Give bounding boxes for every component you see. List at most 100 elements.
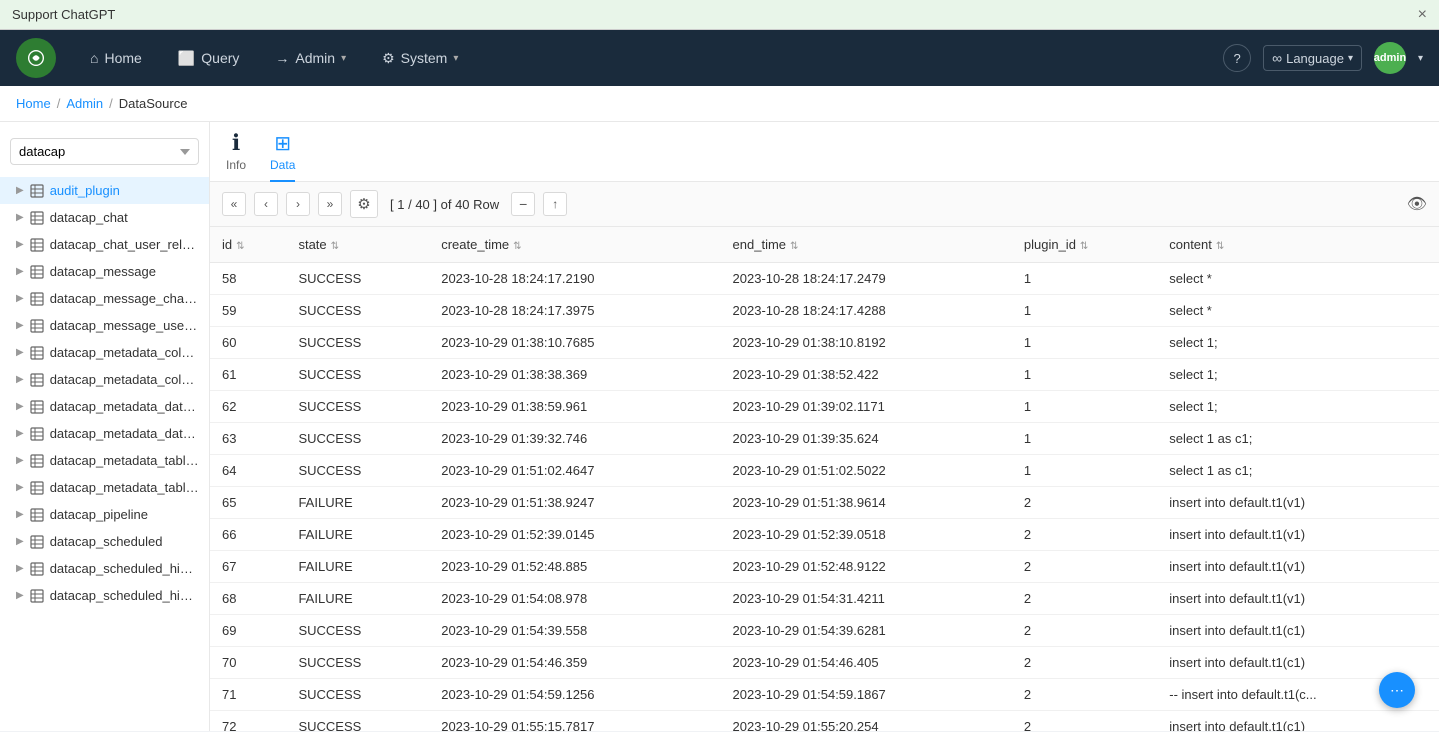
first-page-button[interactable]: « [222, 192, 246, 216]
sidebar-item[interactable]: ▶ datacap_chat_user_relati... [0, 231, 209, 258]
cell-id: 72 [210, 711, 286, 732]
tab-info[interactable]: ℹ Info [226, 130, 246, 182]
sidebar-item[interactable]: ▶ datacap_message [0, 258, 209, 285]
sidebar-item-label: datacap_chat [50, 210, 128, 225]
datasource-selector[interactable]: datacap [10, 138, 199, 165]
eye-button[interactable]: 👁 [1407, 194, 1427, 214]
cell-id: 60 [210, 327, 286, 359]
nav-admin[interactable]: → Admin ▾ [261, 42, 360, 74]
cell-end_time: 2023-10-29 01:38:10.8192 [721, 327, 1012, 359]
table-icon [30, 562, 44, 576]
sidebar-chevron-icon: ▶ [16, 401, 24, 412]
cell-content: insert into default.t1(v1) [1157, 583, 1439, 615]
cell-state: FAILURE [286, 487, 429, 519]
table-icon [30, 346, 44, 360]
sidebar-chevron-icon: ▶ [16, 482, 24, 493]
sidebar-item[interactable]: ▶ datacap_pipeline [0, 501, 209, 528]
cell-end_time: 2023-10-29 01:51:02.5022 [721, 455, 1012, 487]
cell-content: select * [1157, 263, 1439, 295]
sort-icon-content: ⇅ [1216, 241, 1224, 252]
sidebar-item-label: datacap_metadata_datab... [50, 426, 199, 441]
table-icon [30, 535, 44, 549]
language-selector[interactable]: ∞ Language ▾ [1263, 45, 1362, 71]
table-row: 72SUCCESS2023-10-29 01:55:15.78172023-10… [210, 711, 1439, 732]
app-logo [16, 38, 56, 78]
sidebar-item[interactable]: ▶ datacap_message_chat_... [0, 285, 209, 312]
next-page-button[interactable]: › [286, 192, 310, 216]
cell-end_time: 2023-10-29 01:54:39.6281 [721, 615, 1012, 647]
sidebar-item[interactable]: ▶ datacap_scheduled_histo... [0, 555, 209, 582]
col-header-create_time[interactable]: create_time⇅ [429, 227, 720, 263]
table-row: 59SUCCESS2023-10-28 18:24:17.39752023-10… [210, 295, 1439, 327]
cell-id: 62 [210, 391, 286, 423]
cell-create_time: 2023-10-29 01:52:39.0145 [429, 519, 720, 551]
sort-icon-create_time: ⇅ [513, 241, 521, 252]
tab-data[interactable]: ⊞ Data [270, 131, 295, 182]
avatar-label: admin [1374, 52, 1406, 64]
sidebar-item[interactable]: ▶ datacap_metadata_datab... [0, 393, 209, 420]
data-table: id⇅state⇅create_time⇅end_time⇅plugin_id⇅… [210, 227, 1439, 731]
sidebar-item[interactable]: ▶ datacap_metadata_datab... [0, 420, 209, 447]
col-header-plugin_id[interactable]: plugin_id⇅ [1012, 227, 1157, 263]
cell-content: select 1 as c1; [1157, 423, 1439, 455]
nav-system-label: System [401, 50, 448, 66]
prev-page-button[interactable]: ‹ [254, 192, 278, 216]
nav-right-area: ? ∞ Language ▾ admin ▾ [1223, 42, 1423, 74]
add-row-button[interactable]: ↑ [543, 192, 567, 216]
col-header-id[interactable]: id⇅ [210, 227, 286, 263]
nav-system[interactable]: ⚙ System ▾ [368, 42, 472, 75]
sidebar-item-label: datacap_metadata_datab... [50, 399, 199, 414]
sidebar-item[interactable]: ▶ datacap_scheduled [0, 528, 209, 555]
sidebar-chevron-icon: ▶ [16, 455, 24, 466]
sidebar-item[interactable]: ▶ datacap_message_user_... [0, 312, 209, 339]
col-header-content[interactable]: content⇅ [1157, 227, 1439, 263]
sidebar-item[interactable]: ▶ datacap_scheduled_histo... [0, 582, 209, 609]
sidebar-item[interactable]: ▶ datacap_metadata_colur... [0, 339, 209, 366]
sidebar-item[interactable]: ▶ datacap_metadata_table... [0, 474, 209, 501]
col-header-state[interactable]: state⇅ [286, 227, 429, 263]
remove-row-button[interactable]: − [511, 192, 535, 216]
table-icon [30, 427, 44, 441]
sidebar-item-label: datacap_message_chat_... [50, 291, 199, 306]
cell-id: 63 [210, 423, 286, 455]
cell-state: SUCCESS [286, 615, 429, 647]
tab-bar: ℹ Info ⊞ Data [210, 122, 1439, 182]
cell-plugin_id: 2 [1012, 583, 1157, 615]
help-button[interactable]: ? [1223, 44, 1251, 72]
sidebar-chevron-icon: ▶ [16, 428, 24, 439]
sidebar-item[interactable]: ▶ audit_plugin [0, 177, 209, 204]
cell-state: SUCCESS [286, 359, 429, 391]
data-table-wrap: id⇅state⇅create_time⇅end_time⇅plugin_id⇅… [210, 227, 1439, 731]
cell-plugin_id: 2 [1012, 647, 1157, 679]
table-icon [30, 589, 44, 603]
nav-home[interactable]: ⌂ Home [76, 42, 156, 74]
close-button[interactable]: × [1418, 6, 1427, 24]
table-icon [30, 184, 44, 198]
settings-button[interactable]: ⚙ [350, 190, 378, 218]
user-avatar[interactable]: admin [1374, 42, 1406, 74]
home-icon: ⌂ [90, 50, 98, 66]
table-row: 66FAILURE2023-10-29 01:52:39.01452023-10… [210, 519, 1439, 551]
floating-action-button[interactable]: ⋯ [1379, 672, 1415, 708]
sidebar-item-label: datacap_scheduled_histo... [50, 588, 199, 603]
nav-query[interactable]: ⬜ Query [164, 42, 254, 75]
sidebar-chevron-icon: ▶ [16, 185, 24, 196]
sidebar-chevron-icon: ▶ [16, 212, 24, 223]
cell-end_time: 2023-10-28 18:24:17.2479 [721, 263, 1012, 295]
cell-state: SUCCESS [286, 455, 429, 487]
avatar-chevron-icon[interactable]: ▾ [1418, 53, 1423, 64]
cell-create_time: 2023-10-28 18:24:17.2190 [429, 263, 720, 295]
sidebar: datacap ▶ audit_plugin ▶ datacap_chat ▶ [0, 122, 210, 731]
col-header-end_time[interactable]: end_time⇅ [721, 227, 1012, 263]
cell-plugin_id: 2 [1012, 519, 1157, 551]
breadcrumb-admin[interactable]: Admin [66, 96, 103, 111]
cell-state: SUCCESS [286, 295, 429, 327]
cell-create_time: 2023-10-29 01:38:10.7685 [429, 327, 720, 359]
last-page-button[interactable]: » [318, 192, 342, 216]
sidebar-item[interactable]: ▶ datacap_chat [0, 204, 209, 231]
breadcrumb-sep2: / [109, 96, 113, 111]
sidebar-item[interactable]: ▶ datacap_metadata_colur... [0, 366, 209, 393]
cell-plugin_id: 1 [1012, 295, 1157, 327]
breadcrumb-home[interactable]: Home [16, 96, 51, 111]
sidebar-item[interactable]: ▶ datacap_metadata_table... [0, 447, 209, 474]
